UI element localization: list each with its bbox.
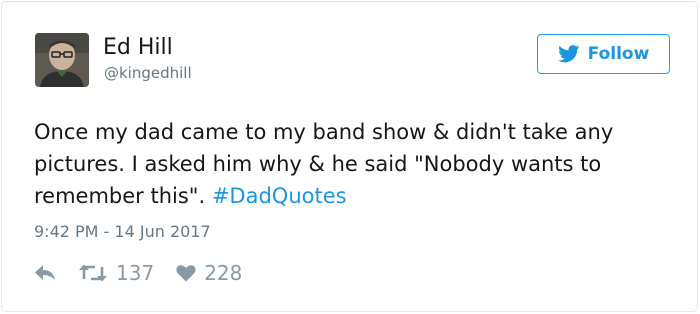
twitter-bird-icon (557, 45, 580, 63)
tweet-card: Ed Hill @kingedhill Follow Once my dad c… (1, 1, 698, 312)
heart-icon (176, 264, 196, 282)
avatar[interactable] (35, 33, 89, 87)
follow-label: Follow (587, 44, 650, 64)
hashtag-link[interactable]: #DadQuotes (212, 184, 347, 208)
retweet-count: 137 (116, 261, 155, 285)
avatar-image (35, 33, 89, 87)
retweet-button[interactable]: 137 (78, 261, 154, 285)
retweet-icon (78, 263, 108, 283)
tweet-text: Once my dad came to my band show & didn'… (34, 116, 674, 212)
like-count: 228 (204, 261, 243, 285)
reply-button[interactable] (34, 264, 56, 282)
like-button[interactable]: 228 (176, 261, 242, 285)
tweet-actions: 137 228 (34, 260, 264, 286)
tweet-timestamp[interactable]: 9:42 PM - 14 Jun 2017 (34, 222, 211, 242)
author-handle[interactable]: @kingedhill (104, 64, 192, 82)
author-name[interactable]: Ed Hill (103, 35, 173, 61)
follow-button[interactable]: Follow (537, 34, 670, 74)
reply-icon (34, 264, 56, 282)
